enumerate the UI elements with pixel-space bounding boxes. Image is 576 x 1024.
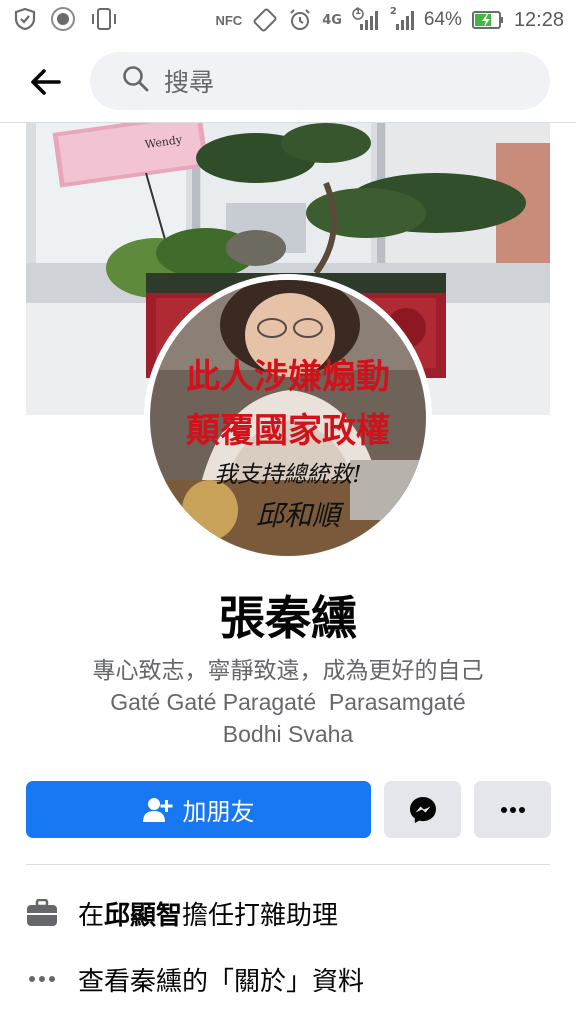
add-friend-label: 加朋友 bbox=[182, 798, 255, 826]
section-divider bbox=[26, 864, 550, 865]
back-button[interactable] bbox=[26, 64, 66, 100]
battery-charging-icon bbox=[471, 10, 504, 30]
avatar-overlay-red-line-1: 此人涉嫌煽動 bbox=[186, 357, 390, 397]
sim2-label: 2 bbox=[389, 6, 397, 17]
shield-icon bbox=[14, 7, 36, 31]
more-dots-icon bbox=[26, 963, 58, 995]
avatar-overlay-black-line-2: 邱和順 bbox=[256, 499, 345, 532]
search-placeholder: 搜尋 bbox=[164, 68, 215, 97]
signal-sim1-icon: 1 bbox=[352, 7, 378, 32]
top-bar: 搜尋 bbox=[0, 48, 576, 120]
network-type-label: 4G bbox=[322, 12, 342, 28]
sync-icon bbox=[50, 6, 76, 32]
profile-avatar[interactable]: 此人涉嫌煽動 顛覆國家政權 我支持總統救! 邱和順 bbox=[150, 280, 426, 556]
work-employer-link[interactable]: 邱顯智 bbox=[104, 895, 182, 932]
work-suffix: 擔任打雜助理 bbox=[182, 900, 339, 931]
profile-bio: 專心致志，寧靜致遠，成為更好的自己 Gaté Gaté Paragaté Par… bbox=[0, 654, 576, 750]
avatar-overlay-red-line-2: 顛覆國家政權 bbox=[186, 411, 390, 451]
alarm-icon bbox=[288, 8, 312, 32]
add-friend-icon bbox=[142, 797, 172, 822]
work-info-row: 在邱顯智 擔任打雜助理 bbox=[26, 891, 566, 935]
screen-rotate-icon bbox=[252, 7, 278, 33]
bio-line: 專心致志，寧靜致遠，成為更好的自己 bbox=[92, 657, 484, 683]
status-bar: NFC 4G 1 2 64% 12:28 bbox=[0, 0, 576, 40]
network-type-icon: 4G bbox=[322, 13, 342, 28]
messenger-icon bbox=[409, 796, 436, 823]
signal-sim2-icon: 2 bbox=[388, 6, 414, 32]
more-dots-icon bbox=[500, 806, 525, 813]
briefcase-icon bbox=[26, 897, 58, 929]
search-icon bbox=[122, 65, 150, 97]
add-friend-button[interactable]: 加朋友 bbox=[26, 781, 371, 838]
see-about-label: 查看秦纁的「關於」資料 bbox=[78, 966, 365, 997]
nfc-icon: NFC bbox=[215, 12, 243, 28]
messenger-button[interactable] bbox=[384, 781, 461, 838]
profile-name: 張秦纁 bbox=[219, 591, 357, 645]
bio-line: Bodhi Svaha bbox=[222, 721, 354, 747]
work-prefix: 在 bbox=[78, 900, 105, 931]
back-arrow-icon bbox=[31, 69, 61, 95]
sim1-label: 1 bbox=[354, 7, 362, 17]
battery-percent: 64% bbox=[423, 9, 462, 30]
see-about-row[interactable]: 查看秦纁的「關於」資料 bbox=[26, 957, 566, 1001]
search-input[interactable]: 搜尋 bbox=[90, 52, 550, 110]
vibrate-icon bbox=[90, 7, 118, 31]
avatar-overlay-black-line-1: 我支持總統救! bbox=[214, 462, 361, 488]
more-options-button[interactable] bbox=[474, 781, 551, 838]
bio-line: Gaté Gaté Paragaté Parasamgaté bbox=[110, 689, 466, 715]
clock: 12:28 bbox=[513, 8, 564, 31]
